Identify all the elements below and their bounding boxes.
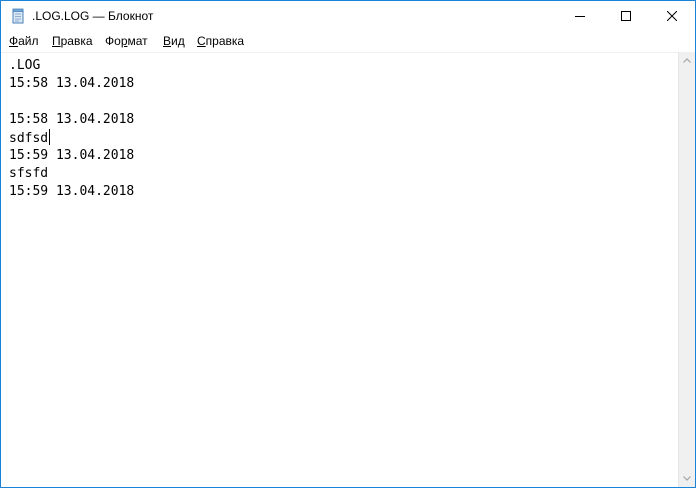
menu-item-help-mnemonic: С — [197, 34, 206, 48]
close-button[interactable] — [649, 1, 695, 31]
menu-item-format-label: мат — [127, 34, 148, 48]
menu-item-format-mnemonic: р — [120, 34, 128, 48]
scroll-down-button[interactable] — [679, 470, 695, 487]
menu-item-view[interactable]: Вид — [163, 34, 185, 48]
text-line: .LOG — [9, 58, 41, 73]
menu-item-edit-mnemonic: П — [52, 34, 61, 48]
maximize-button[interactable] — [603, 1, 649, 31]
scroll-up-arrow-icon — [683, 58, 691, 63]
minimize-icon — [575, 16, 585, 17]
text-line: 15:59 13.04.2018 — [9, 148, 135, 163]
text-line: sfsfd — [9, 166, 49, 181]
menu-item-view-label: ид — [171, 34, 185, 48]
close-icon — [667, 11, 677, 21]
menu-item-file[interactable]: Файл — [9, 34, 39, 48]
text-editor[interactable]: .LOG 15:58 13.04.2018 15:58 13.04.2018 s… — [1, 52, 678, 487]
text-line: 15:59 13.04.2018 — [9, 184, 135, 199]
maximize-icon — [621, 11, 631, 21]
text-line-with-caret: sdfsd — [9, 129, 134, 147]
editor-content[interactable]: .LOG 15:58 13.04.2018 15:58 13.04.2018 s… — [9, 57, 134, 201]
text-caret — [49, 129, 51, 145]
window-title: .LOG.LOG — Блокнот — [32, 9, 154, 23]
scroll-down-arrow-icon — [683, 476, 691, 481]
text-line: 15:58 13.04.2018 — [9, 112, 135, 127]
notepad-icon[interactable] — [10, 8, 26, 24]
menu-bar: Файл Правка Формат Вид Справка — [1, 31, 695, 52]
menu-item-file-mnemonic: Ф — [9, 34, 19, 48]
menu-item-format-first: Ф — [105, 34, 115, 48]
text-line — [9, 93, 134, 111]
text-line: 15:58 13.04.2018 — [9, 76, 135, 91]
menu-item-file-label: айл — [18, 34, 39, 48]
title-bar[interactable]: .LOG.LOG — Блокнот — [1, 1, 695, 31]
menu-item-edit[interactable]: Правка — [52, 34, 93, 48]
menu-item-format[interactable]: Формат — [105, 34, 148, 48]
minimize-button[interactable] — [557, 1, 603, 31]
text-line: sdfsd — [9, 131, 49, 146]
scroll-up-button[interactable] — [679, 52, 695, 69]
menu-item-help[interactable]: Справка — [197, 34, 244, 48]
menu-item-help-label: правка — [205, 34, 245, 48]
notepad-window: .LOG.LOG — Блокнот Файл Правка Формат Ви… — [0, 0, 696, 488]
menu-item-view-mnemonic: В — [163, 34, 172, 48]
vertical-scrollbar[interactable] — [678, 52, 695, 487]
menu-item-edit-label: равка — [60, 34, 93, 48]
menu-item-format-part: о — [114, 34, 121, 48]
